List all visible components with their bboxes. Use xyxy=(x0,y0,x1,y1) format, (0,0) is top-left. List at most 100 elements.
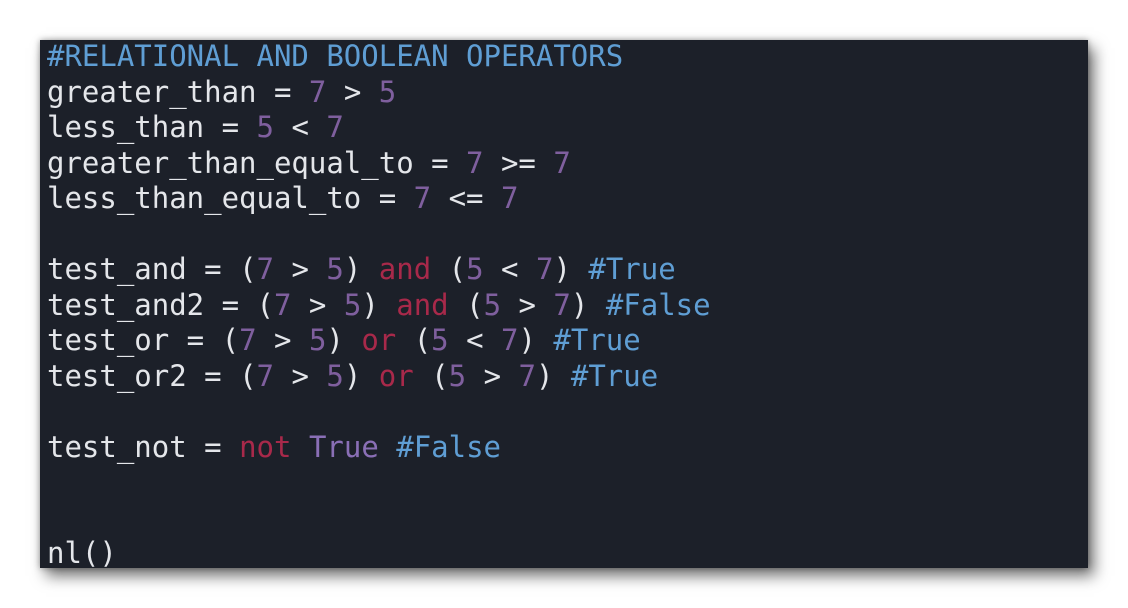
token-punct: ) xyxy=(343,358,379,393)
token-op: = xyxy=(413,145,467,180)
code-line[interactable]: less_than = 5 < 7 xyxy=(47,110,711,146)
token-punct: ( xyxy=(239,358,257,393)
token-op: = xyxy=(169,323,222,357)
token-keyword: and xyxy=(396,287,449,322)
code-line[interactable]: test_and = (7 > 5) and (5 < 7) #True xyxy=(47,252,711,288)
token-ident: greater_than_equal_to xyxy=(47,145,414,180)
token-ident: less_than_equal_to xyxy=(47,181,362,215)
code-line[interactable]: test_not = not True #False xyxy=(47,430,711,466)
token-punct: ( xyxy=(448,287,484,322)
code-editor[interactable]: #RELATIONAL AND BOOLEAN OPERATORS greater… xyxy=(40,40,1088,568)
token-op: > xyxy=(326,74,379,109)
code-line[interactable]: nl() xyxy=(47,536,711,568)
token-punct: ) xyxy=(553,252,589,286)
token-op: = xyxy=(204,110,257,144)
code-line[interactable]: greater_than_equal_to = 7 >= 7 xyxy=(47,146,711,182)
token-number: 7 xyxy=(466,145,484,180)
token-op: >= xyxy=(483,145,554,180)
token-number: 7 xyxy=(553,145,571,180)
token-number: 5 xyxy=(326,252,344,286)
token-number: 5 xyxy=(343,287,362,322)
token-number: 7 xyxy=(326,110,344,144)
token-ident: test_and2 xyxy=(47,287,205,322)
token-op: = xyxy=(256,74,309,109)
token-op: > xyxy=(274,358,327,393)
token-op: = xyxy=(186,429,240,464)
token-comment: #RELATIONAL AND BOOLEAN OPERATORS xyxy=(47,40,624,73)
token-punct: ) xyxy=(518,323,554,357)
token-number: 5 xyxy=(448,358,467,393)
token-ident: test_or xyxy=(47,323,170,357)
token-punct: ) xyxy=(535,358,571,393)
token-number: 5 xyxy=(378,74,397,109)
token-punct xyxy=(379,430,396,464)
token-punct: ( xyxy=(413,358,449,393)
token-punct: ( xyxy=(221,323,240,357)
token-punct: ( xyxy=(256,287,274,322)
token-ident: greater_than xyxy=(47,74,257,109)
token-ident: test_and xyxy=(47,252,187,286)
token-number: 7 xyxy=(413,181,432,215)
code-line[interactable]: test_or = (7 > 5) or (5 < 7) #True xyxy=(47,323,711,359)
token-comment: #True xyxy=(588,252,676,286)
token-op: < xyxy=(483,252,536,286)
token-keyword: not xyxy=(239,429,292,464)
token-punct: ) xyxy=(343,252,379,286)
token-keyword: and xyxy=(378,252,432,286)
token-op: = xyxy=(186,358,240,393)
token-punct: ) xyxy=(361,287,397,322)
code-line[interactable]: ​ xyxy=(47,465,711,501)
token-op: = xyxy=(204,287,257,322)
code-line[interactable]: ​ xyxy=(47,217,711,253)
code-line[interactable]: greater_than = 7 > 5 xyxy=(47,75,711,111)
token-number: 5 xyxy=(483,287,502,322)
token-op: < xyxy=(448,323,502,357)
token-number: 7 xyxy=(535,252,554,286)
code-line[interactable]: ​ xyxy=(47,394,711,430)
token-number: 7 xyxy=(500,181,519,215)
code-line[interactable]: test_or2 = (7 > 5) or (5 > 7) #True xyxy=(47,359,711,395)
token-number: 7 xyxy=(256,252,275,286)
code-line[interactable]: #RELATIONAL AND BOOLEAN OPERATORS xyxy=(47,40,711,75)
code-line[interactable]: less_than_equal_to = 7 <= 7 xyxy=(47,181,711,217)
token-op: > xyxy=(256,323,309,357)
token-op: > xyxy=(466,358,519,393)
token-number: 5 xyxy=(466,252,484,286)
token-comment: #False xyxy=(396,429,502,464)
token-comment: #True xyxy=(570,358,659,393)
token-number: 5 xyxy=(431,323,449,357)
token-punct: ( xyxy=(431,252,467,286)
token-punct: () xyxy=(81,536,117,568)
token-comment: #False xyxy=(605,287,711,322)
code-area[interactable]: #RELATIONAL AND BOOLEAN OPERATORS greater… xyxy=(47,40,711,568)
token-punct: ( xyxy=(239,252,257,286)
token-number: 5 xyxy=(308,323,327,357)
token-op: = xyxy=(361,181,414,215)
token-ident: less_than xyxy=(47,110,205,144)
token-number: 7 xyxy=(553,287,571,322)
token-number: 7 xyxy=(274,287,292,322)
token-builtin: True xyxy=(308,429,379,464)
token-op: > xyxy=(291,287,344,322)
token-op: > xyxy=(501,287,554,322)
token-comment: #True xyxy=(553,323,641,357)
code-line[interactable]: ​ xyxy=(47,501,711,537)
token-number: 7 xyxy=(518,358,536,393)
token-punct xyxy=(291,430,308,464)
token-ident: test_not xyxy=(47,429,187,464)
token-number: 5 xyxy=(256,110,274,144)
token-op: <= xyxy=(431,181,501,215)
token-op: = xyxy=(186,252,240,286)
token-ident: nl xyxy=(47,536,82,568)
token-op: > xyxy=(274,252,327,286)
token-keyword: or xyxy=(378,358,414,393)
token-keyword: or xyxy=(361,323,397,357)
token-ident: test_or2 xyxy=(47,358,187,393)
token-punct: ) xyxy=(570,287,606,322)
token-number: 7 xyxy=(308,74,327,109)
token-punct: ( xyxy=(396,323,432,357)
token-op: < xyxy=(274,110,327,144)
token-punct: ) xyxy=(326,323,362,357)
token-number: 7 xyxy=(501,323,519,357)
code-line[interactable]: test_and2 = (7 > 5) and (5 > 7) #False xyxy=(47,288,711,324)
